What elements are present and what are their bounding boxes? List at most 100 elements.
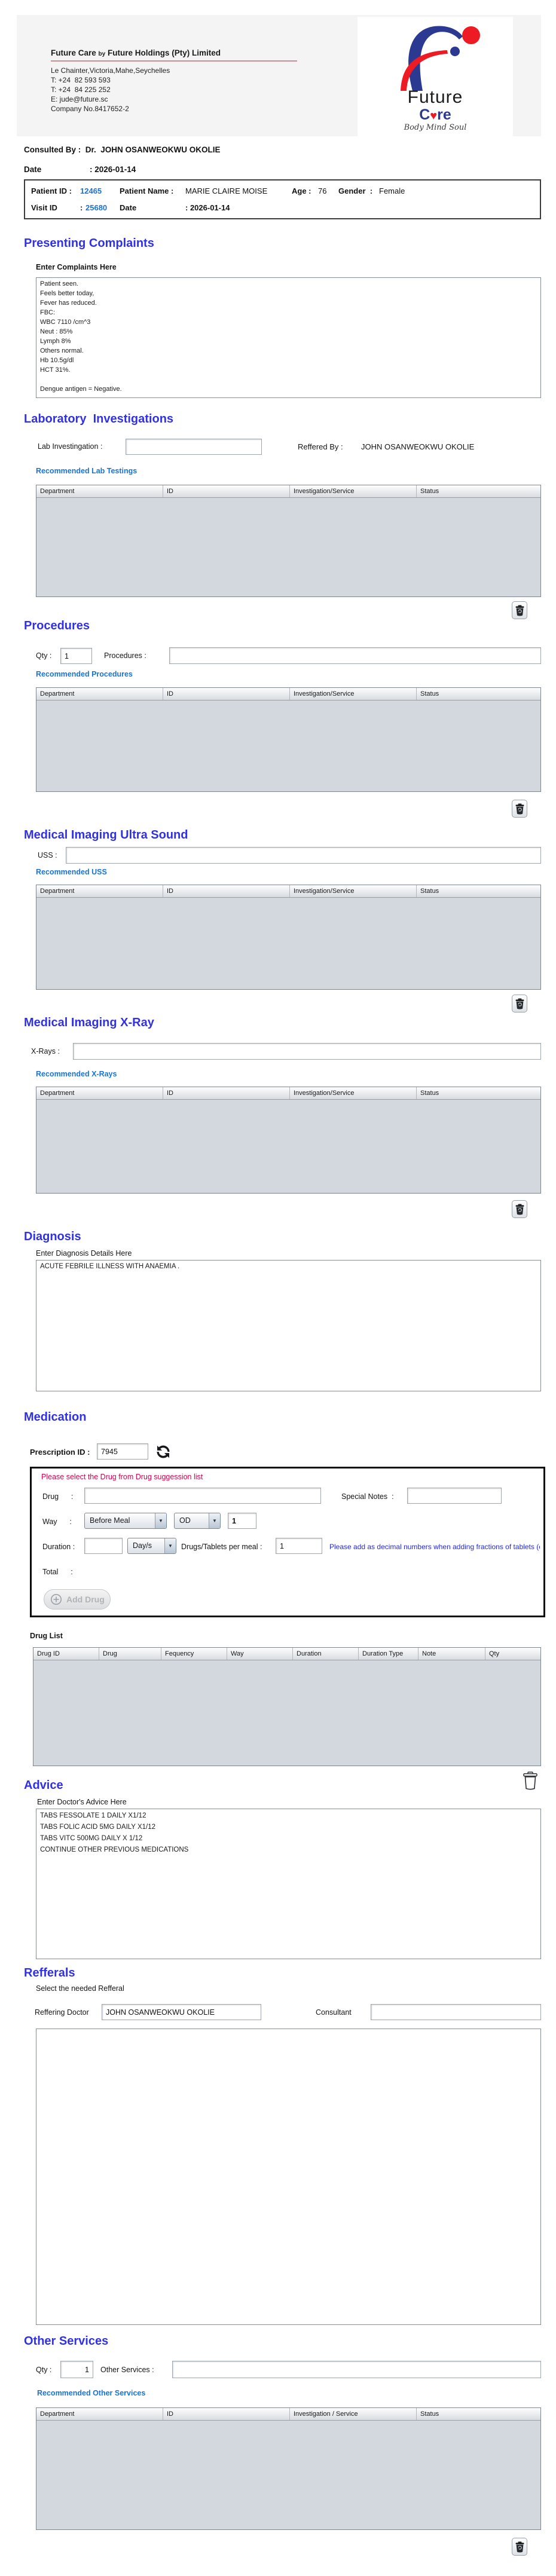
procedures-table: Department ID Investigation/Service Stat…: [36, 687, 541, 792]
column-header: Note: [418, 1648, 485, 1660]
uss-delete-button[interactable]: [512, 995, 527, 1012]
procedures-input[interactable]: [169, 647, 541, 664]
frequency-select[interactable]: OD ▼: [174, 1513, 221, 1529]
consultant-input[interactable]: [371, 2004, 541, 2020]
per-meal-label: Drugs/Tablets per meal :: [181, 1543, 262, 1551]
recommended-uss-link[interactable]: Recommended USS: [36, 868, 107, 876]
other-services-table-header: Department ID Investigation / Service St…: [36, 2408, 540, 2421]
patient-id-value: 12465: [80, 186, 102, 195]
advice-delete-button[interactable]: [521, 1770, 539, 1791]
company-name: Future Care by Future Holdings (Pty) Lim…: [51, 48, 221, 57]
lab-table-body[interactable]: [36, 498, 540, 596]
way-label: Way :: [42, 1518, 72, 1526]
prescription-id-input[interactable]: [97, 1443, 148, 1460]
per-meal-input[interactable]: [276, 1538, 322, 1554]
trash-icon: [523, 1771, 537, 1789]
section-title-other-services: Other Services: [24, 2335, 109, 2348]
plus-circle-icon: [51, 1594, 62, 1605]
procedures-qty-input[interactable]: [60, 648, 92, 664]
company-name-post: Future Holdings (Pty) Limited: [105, 48, 221, 57]
duration-input[interactable]: [84, 1538, 123, 1554]
advice-textarea[interactable]: TABS FESSOLATE 1 DAILY X1/12 TABS FOLIC …: [36, 1809, 541, 1959]
lab-testings-table: Department ID Investigation/Service Stat…: [36, 485, 541, 597]
recommended-lab-testings-link[interactable]: Recommended Lab Testings: [36, 467, 137, 475]
column-header: Status: [420, 690, 439, 697]
column-header: Status: [420, 488, 439, 495]
diagnosis-textarea[interactable]: ACUTE FEBRILE ILLNESS WITH ANAEMIA .: [36, 1260, 541, 1391]
lab-delete-button[interactable]: [512, 601, 527, 619]
patient-id-label: Patient ID :: [31, 186, 72, 195]
referring-doctor-input[interactable]: [102, 2004, 261, 2020]
referrals-list-box[interactable]: [36, 2029, 541, 2325]
column-header: ID: [163, 2408, 290, 2420]
section-title-procedures: Procedures: [24, 619, 90, 632]
refresh-icon: [157, 1445, 169, 1458]
fraction-hint: Please add as decimal numbers when addin…: [329, 1543, 540, 1551]
trash-icon: [515, 605, 524, 616]
section-title-diagnosis: Diagnosis: [24, 1230, 81, 1243]
duration-unit-select[interactable]: Day/s ▼: [127, 1538, 176, 1554]
xray-input[interactable]: [73, 1043, 541, 1060]
consultation-page: Future Care by Future Holdings (Pty) Lim…: [0, 0, 556, 2576]
column-header: Investigation/Service: [290, 885, 417, 897]
section-title-presenting-complaints: Presenting Complaints: [24, 237, 154, 250]
section-title-referrals: Refferals: [24, 1966, 75, 1980]
complaints-textarea[interactable]: Patient seen. Feels better today, Fever …: [36, 277, 541, 398]
company-phone-1: T: +24 82 593 593: [51, 76, 111, 84]
patient-info-box: Patient ID : 12465 Patient Name : MARIE …: [24, 179, 541, 219]
uss-table: Department ID Investigation/Service Stat…: [36, 885, 541, 990]
other-qty-input[interactable]: [60, 2361, 93, 2378]
drug-input[interactable]: [84, 1488, 321, 1504]
prescription-refresh-button[interactable]: [153, 1442, 173, 1461]
visit-date-label: Date: [120, 203, 137, 212]
consult-date-value: : 2026-01-14: [90, 165, 136, 174]
age-value: 76: [318, 186, 327, 195]
duration-label: Duration :: [42, 1543, 75, 1551]
uss-table-body[interactable]: [36, 898, 540, 989]
recommended-other-services-link[interactable]: Recommended Other Services: [37, 2389, 145, 2397]
column-header: Status: [420, 1090, 439, 1097]
consulted-by-line: Consulted By : Dr. JOHN OSANWEOKWU OKOLI…: [24, 145, 221, 154]
lab-investigation-input[interactable]: [126, 439, 262, 455]
logo-care-post: re: [437, 106, 451, 123]
add-drug-button[interactable]: Add Drug: [44, 1589, 111, 1610]
referred-by-label: Reffered By :: [298, 442, 343, 451]
other-services-table-body[interactable]: [36, 2421, 540, 2529]
column-header: Duration: [293, 1648, 359, 1660]
company-number: Company No.8417652-2: [51, 105, 129, 113]
special-notes-input[interactable]: [407, 1488, 502, 1504]
company-underline: [51, 60, 297, 62]
procedures-delete-button[interactable]: [512, 800, 527, 818]
recommended-xray-link[interactable]: Recommended X-Rays: [36, 1070, 117, 1078]
add-drug-label: Add Drug: [66, 1595, 105, 1604]
xray-delete-button[interactable]: [512, 1200, 527, 1218]
trash-icon: [515, 2541, 524, 2553]
column-header: Department: [36, 688, 163, 700]
column-header: Department: [36, 485, 163, 497]
lab-input-label: Lab Investingation :: [38, 442, 103, 451]
patient-name-value: MARIE CLAIRE MOISE: [185, 186, 268, 195]
drug-list-table: Drug ID Drug Fequency Way Duration Durat…: [33, 1647, 541, 1766]
procedures-table-header: Department ID Investigation/Service Stat…: [36, 688, 540, 700]
uss-input[interactable]: [66, 847, 541, 864]
column-header: ID: [163, 485, 290, 497]
way-qty-input[interactable]: [228, 1513, 256, 1529]
gender-label: Gender :: [338, 186, 373, 195]
medication-entry-box: Please select the Drug from Drug suggess…: [30, 1467, 545, 1617]
chevron-down-icon: ▼: [209, 1513, 220, 1528]
drug-table-body[interactable]: [33, 1660, 540, 1766]
other-services-delete-button[interactable]: [512, 2538, 527, 2556]
other-services-input[interactable]: [172, 2361, 541, 2378]
procedures-table-body[interactable]: [36, 700, 540, 791]
column-header: ID: [163, 688, 290, 700]
meal-select[interactable]: Before Meal ▼: [84, 1513, 167, 1529]
recommended-procedures-link[interactable]: Recommended Procedures: [36, 670, 133, 678]
xray-table-body[interactable]: [36, 1100, 540, 1193]
consulted-by-label: Consulted By :: [24, 145, 81, 154]
column-header: Department: [36, 1087, 163, 1099]
age-label: Age :: [292, 186, 311, 195]
logo-word-future: Future: [407, 87, 463, 107]
other-services-input-label: Other Services :: [100, 2366, 154, 2374]
column-header: Fequency: [161, 1648, 227, 1660]
logo-tagline: Body Mind Soul: [404, 123, 467, 132]
